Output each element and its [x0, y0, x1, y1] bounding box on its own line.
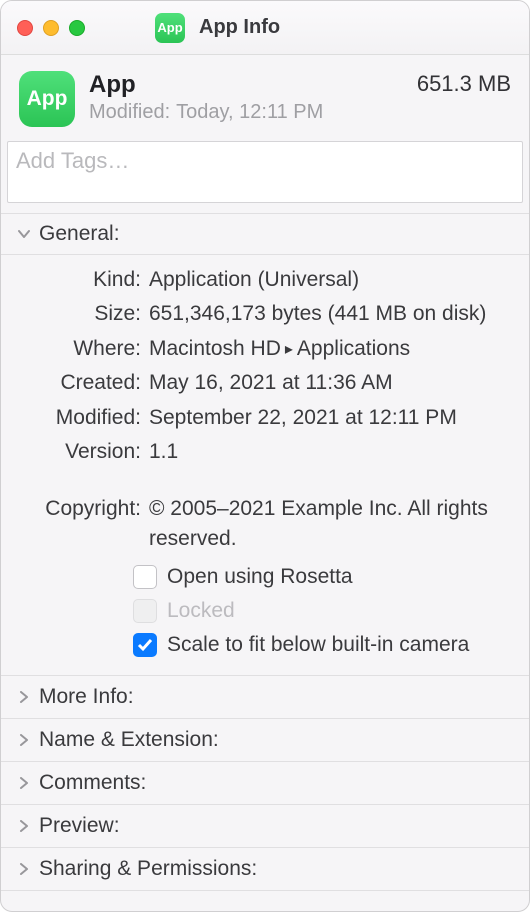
section-label: Comments: — [39, 771, 146, 795]
where-value: Macintosh HD▸Applications — [149, 334, 509, 364]
locked-label: Locked — [167, 599, 235, 623]
size-value: 651,346,173 bytes (441 MB on disk) — [149, 299, 509, 329]
modified-value: September 22, 2021 at 12:11 PM — [149, 403, 509, 433]
chevron-down-icon — [15, 225, 33, 243]
scale-row: Scale to fit below built-in camera — [21, 633, 509, 657]
scale-label: Scale to fit below built-in camera — [167, 633, 469, 657]
version-label: Version: — [21, 437, 149, 467]
window-controls — [17, 20, 85, 36]
version-value: 1.1 — [149, 437, 509, 467]
app-modified-line: Modified: Today, 12:11 PM — [89, 101, 403, 124]
section-label: Sharing & Permissions: — [39, 857, 257, 881]
app-icon-large: App — [19, 71, 75, 127]
section-sharing-permissions[interactable]: Sharing & Permissions: — [1, 848, 529, 891]
copyright-label: Copyright: — [21, 494, 149, 555]
section-preview[interactable]: Preview: — [1, 805, 529, 848]
window-title: App Info — [199, 16, 280, 39]
tags-input[interactable]: Add Tags… — [7, 141, 523, 203]
created-value: May 16, 2021 at 11:36 AM — [149, 368, 509, 398]
where-label: Where: — [21, 334, 149, 364]
locked-checkbox — [133, 599, 157, 623]
titlebar: App App Info — [1, 1, 529, 55]
scale-checkbox[interactable] — [133, 633, 157, 657]
size-label: Size: — [21, 299, 149, 329]
section-label: More Info: — [39, 685, 134, 709]
modified-label: Modified: — [89, 101, 170, 123]
section-label: Name & Extension: — [39, 728, 219, 752]
rosetta-row: Open using Rosetta — [21, 565, 509, 589]
created-label: Created: — [21, 368, 149, 398]
minimize-window-button[interactable] — [43, 20, 59, 36]
section-more-info[interactable]: More Info: — [1, 676, 529, 719]
info-window: App App Info App App Modified: Today, 12:… — [0, 0, 530, 912]
where-part-2: Applications — [297, 337, 410, 360]
copyright-value: © 2005–2021 Example Inc. All rights rese… — [149, 494, 509, 555]
section-comments[interactable]: Comments: — [1, 762, 529, 805]
locked-row: Locked — [21, 599, 509, 623]
chevron-right-icon — [15, 774, 33, 792]
modified-label: Modified: — [21, 403, 149, 433]
chevron-right-icon — [15, 860, 33, 878]
kind-value: Application (Universal) — [149, 265, 509, 295]
section-general[interactable]: General: — [1, 213, 529, 255]
tags-placeholder: Add Tags… — [16, 148, 129, 173]
close-window-button[interactable] — [17, 20, 33, 36]
kind-label: Kind: — [21, 265, 149, 295]
app-icon: App — [155, 13, 185, 43]
chevron-right-icon — [15, 731, 33, 749]
rosetta-label: Open using Rosetta — [167, 565, 353, 589]
chevron-right-icon — [15, 688, 33, 706]
app-name: App — [89, 71, 403, 99]
app-size: 651.3 MB — [417, 71, 511, 97]
collapsed-sections: More Info: Name & Extension: Comments: P… — [1, 675, 529, 891]
section-label: General: — [39, 222, 120, 246]
rosetta-checkbox[interactable] — [133, 565, 157, 589]
path-separator-icon: ▸ — [285, 338, 293, 361]
where-part-1: Macintosh HD — [149, 337, 281, 360]
general-body: Kind: Application (Universal) Size: 651,… — [1, 255, 529, 675]
chevron-right-icon — [15, 817, 33, 835]
header-row: App App Modified: Today, 12:11 PM 651.3 M… — [1, 55, 529, 133]
modified-value: Today, 12:11 PM — [176, 101, 323, 123]
section-label: Preview: — [39, 814, 120, 838]
zoom-window-button[interactable] — [69, 20, 85, 36]
section-name-extension[interactable]: Name & Extension: — [1, 719, 529, 762]
